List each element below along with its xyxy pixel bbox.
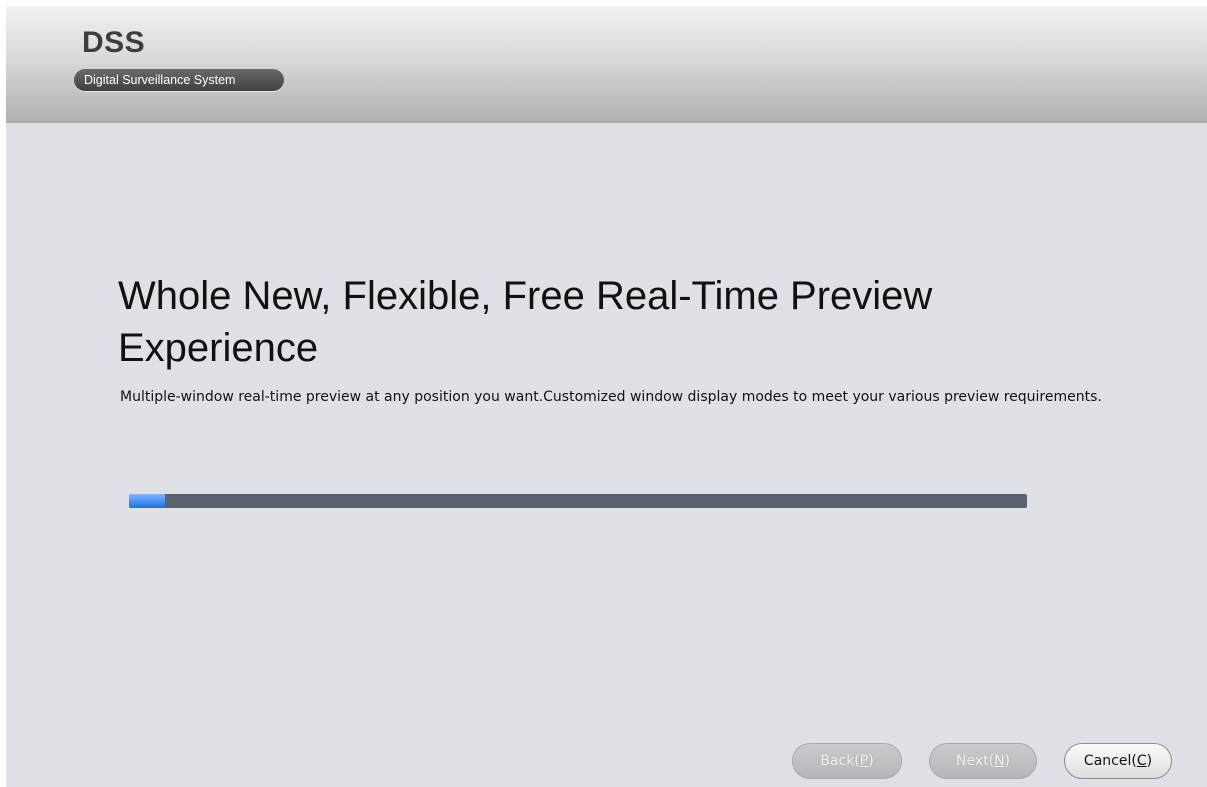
- back-button-suffix: ): [868, 753, 874, 769]
- next-button-mnemonic: N: [994, 753, 1005, 769]
- next-button[interactable]: Next(N): [929, 743, 1037, 779]
- page-title: Whole New, Flexible, Free Real-Time Prev…: [118, 274, 933, 370]
- cancel-button-mnemonic: C: [1136, 753, 1147, 769]
- back-button[interactable]: Back(P): [792, 743, 902, 779]
- back-button-label: Back(: [820, 753, 860, 769]
- cancel-button[interactable]: Cancel(C): [1064, 743, 1172, 779]
- progress-bar-fill: [129, 494, 165, 508]
- product-subtitle: Digital Surveillance System: [74, 69, 284, 91]
- dss-logo: DSS: [82, 26, 146, 59]
- back-button-mnemonic: P: [859, 753, 869, 769]
- next-button-label: Next(: [955, 753, 995, 769]
- installer-window: DSS Digital Surveillance System Whole Ne…: [6, 6, 1207, 787]
- next-button-suffix: ): [1004, 753, 1011, 769]
- cancel-button-suffix: ): [1146, 753, 1153, 769]
- feature-description: Multiple-window real-time preview at any…: [120, 389, 1102, 405]
- header-banner: DSS Digital Surveillance System: [6, 6, 1207, 123]
- cancel-button-label: Cancel(: [1083, 753, 1137, 769]
- progress-bar: [129, 494, 1027, 508]
